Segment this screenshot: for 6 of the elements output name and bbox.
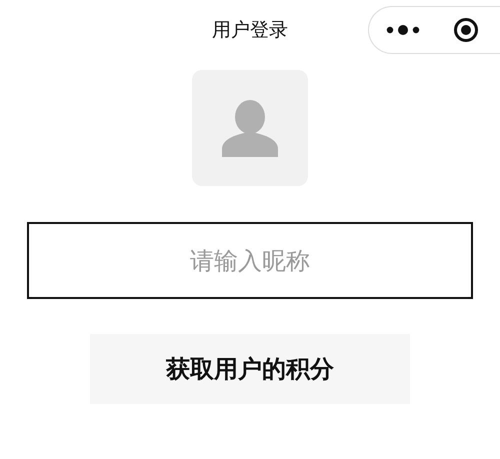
get-points-button[interactable]: 获取用户的积分	[90, 334, 410, 404]
close-icon[interactable]	[453, 17, 480, 43]
page-title: 用户登录	[212, 18, 288, 43]
more-icon[interactable]	[386, 25, 420, 35]
nickname-field[interactable]: 请输入昵称	[27, 222, 473, 299]
user-icon	[222, 99, 278, 157]
